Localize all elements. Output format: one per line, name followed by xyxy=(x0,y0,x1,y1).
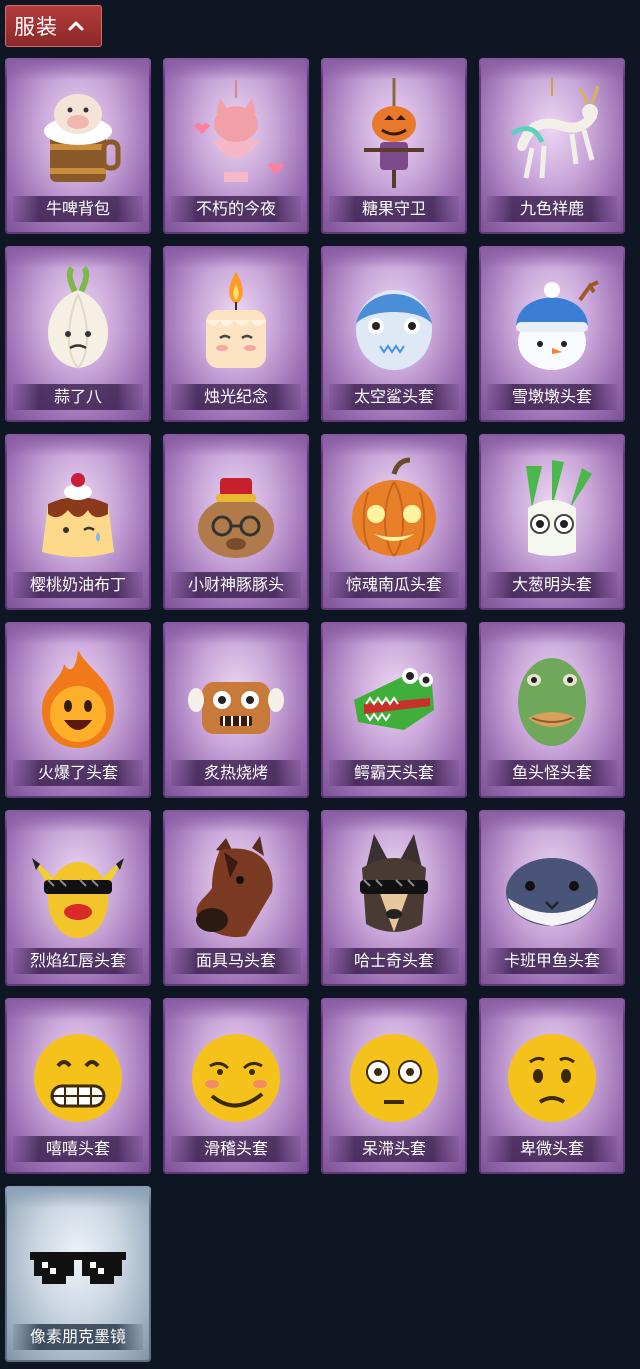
outfit-item-name: 太空鲨头套 xyxy=(329,384,459,410)
outfit-item-name: 小财神豚豚头 xyxy=(171,572,301,598)
outfit-item-name: 樱桃奶油布丁 xyxy=(13,572,143,598)
outfit-item-card[interactable]: 糖果守卫 xyxy=(321,58,467,234)
pikachu-lips-head-icon xyxy=(18,828,138,948)
outfit-item-card[interactable]: 像素朋克墨镜 xyxy=(5,1186,151,1362)
outfit-item-name: 九色祥鹿 xyxy=(487,196,617,222)
outfit-item-card[interactable]: 炙热烧烤 xyxy=(163,622,309,798)
cherry-pudding-head-icon xyxy=(18,452,138,572)
outfit-item-card[interactable]: 卑微头套 xyxy=(479,998,625,1174)
pixel-sunglasses-icon xyxy=(18,1204,138,1324)
outfit-item-card[interactable]: 呆滞头套 xyxy=(321,998,467,1174)
outfit-item-card[interactable]: 蒜了八 xyxy=(5,246,151,422)
fish-head-icon xyxy=(492,640,612,760)
outfit-item-name: 卑微头套 xyxy=(487,1136,617,1162)
outfit-item-card[interactable]: 樱桃奶油布丁 xyxy=(5,434,151,610)
grilled-meat-head-icon xyxy=(176,640,296,760)
outfit-item-card[interactable]: 嘻嘻头套 xyxy=(5,998,151,1174)
outfit-item-card[interactable]: 卡班甲鱼头套 xyxy=(479,810,625,986)
outfit-item-name: 烛光纪念 xyxy=(171,384,301,410)
turtle-fish-head-icon xyxy=(492,828,612,948)
outfit-grid: 牛啤背包 不朽的今夜 糖果守卫 九色祥鹿蒜了八 烛光纪念 太空鲨头套 雪墩墩头套樱桃奶油布丁… xyxy=(0,0,640,1369)
outfit-item-card[interactable]: 烈焰红唇头套 xyxy=(5,810,151,986)
outfit-item-card[interactable]: 惊魂南瓜头套 xyxy=(321,434,467,610)
grin-emoji-head-icon xyxy=(18,1016,138,1136)
outfit-item-name: 蒜了八 xyxy=(13,384,143,410)
outfit-item-card[interactable]: 牛啤背包 xyxy=(5,58,151,234)
husky-head-icon xyxy=(334,828,454,948)
outfit-item-card[interactable]: 火爆了头套 xyxy=(5,622,151,798)
nine-color-deer-pendant-icon xyxy=(492,76,612,196)
outfit-item-card[interactable]: 不朽的今夜 xyxy=(163,58,309,234)
outfit-item-name: 鱼头怪头套 xyxy=(487,760,617,786)
outfit-item-card[interactable]: 哈士奇头套 xyxy=(321,810,467,986)
outfit-item-card[interactable]: 滑稽头套 xyxy=(163,998,309,1174)
outfit-item-name: 牛啤背包 xyxy=(13,196,143,222)
pumpkin-head-icon xyxy=(334,452,454,572)
outfit-item-name: 惊魂南瓜头套 xyxy=(329,572,459,598)
space-shark-head-icon xyxy=(334,264,454,384)
outfit-item-name: 卡班甲鱼头套 xyxy=(487,948,617,974)
outfit-item-name: 嘻嘻头套 xyxy=(13,1136,143,1162)
crocodile-head-icon xyxy=(334,640,454,760)
outfit-item-card[interactable]: 太空鲨头套 xyxy=(321,246,467,422)
outfit-item-name: 像素朋克墨镜 xyxy=(13,1324,143,1350)
fire-head-icon xyxy=(18,640,138,760)
outfit-item-card[interactable]: 雪墩墩头套 xyxy=(479,246,625,422)
outfit-item-name: 糖果守卫 xyxy=(329,196,459,222)
outfit-item-name: 不朽的今夜 xyxy=(171,196,301,222)
smirk-emoji-head-icon xyxy=(176,1016,296,1136)
outfit-item-name: 炙热烧烤 xyxy=(171,760,301,786)
outfit-item-name: 鳄霸天头套 xyxy=(329,760,459,786)
cow-beer-backpack-icon xyxy=(18,76,138,196)
outfit-item-name: 大葱明头套 xyxy=(487,572,617,598)
cat-heart-pendant-icon xyxy=(176,76,296,196)
outfit-item-name: 面具马头套 xyxy=(171,948,301,974)
garlic-head-icon xyxy=(18,264,138,384)
horse-mask-head-icon xyxy=(176,828,296,948)
snowman-head-icon xyxy=(492,264,612,384)
outfit-item-name: 烈焰红唇头套 xyxy=(13,948,143,974)
pumpkin-scarecrow-pendant-icon xyxy=(334,76,454,196)
outfit-item-card[interactable]: 九色祥鹿 xyxy=(479,58,625,234)
capybara-god-of-wealth-head-icon xyxy=(176,452,296,572)
outfit-item-name: 雪墩墩头套 xyxy=(487,384,617,410)
outfit-item-card[interactable]: 面具马头套 xyxy=(163,810,309,986)
scallion-head-icon xyxy=(492,452,612,572)
outfit-item-card[interactable]: 烛光纪念 xyxy=(163,246,309,422)
outfit-item-card[interactable]: 鳄霸天头套 xyxy=(321,622,467,798)
pleading-emoji-head-icon xyxy=(492,1016,612,1136)
outfit-item-card[interactable]: 鱼头怪头套 xyxy=(479,622,625,798)
outfit-item-name: 火爆了头套 xyxy=(13,760,143,786)
stunned-emoji-head-icon xyxy=(334,1016,454,1136)
outfit-item-name: 哈士奇头套 xyxy=(329,948,459,974)
outfit-item-card[interactable]: 小财神豚豚头 xyxy=(163,434,309,610)
outfit-item-card[interactable]: 大葱明头套 xyxy=(479,434,625,610)
outfit-item-name: 滑稽头套 xyxy=(171,1136,301,1162)
candle-head-icon xyxy=(176,264,296,384)
outfit-item-name: 呆滞头套 xyxy=(329,1136,459,1162)
